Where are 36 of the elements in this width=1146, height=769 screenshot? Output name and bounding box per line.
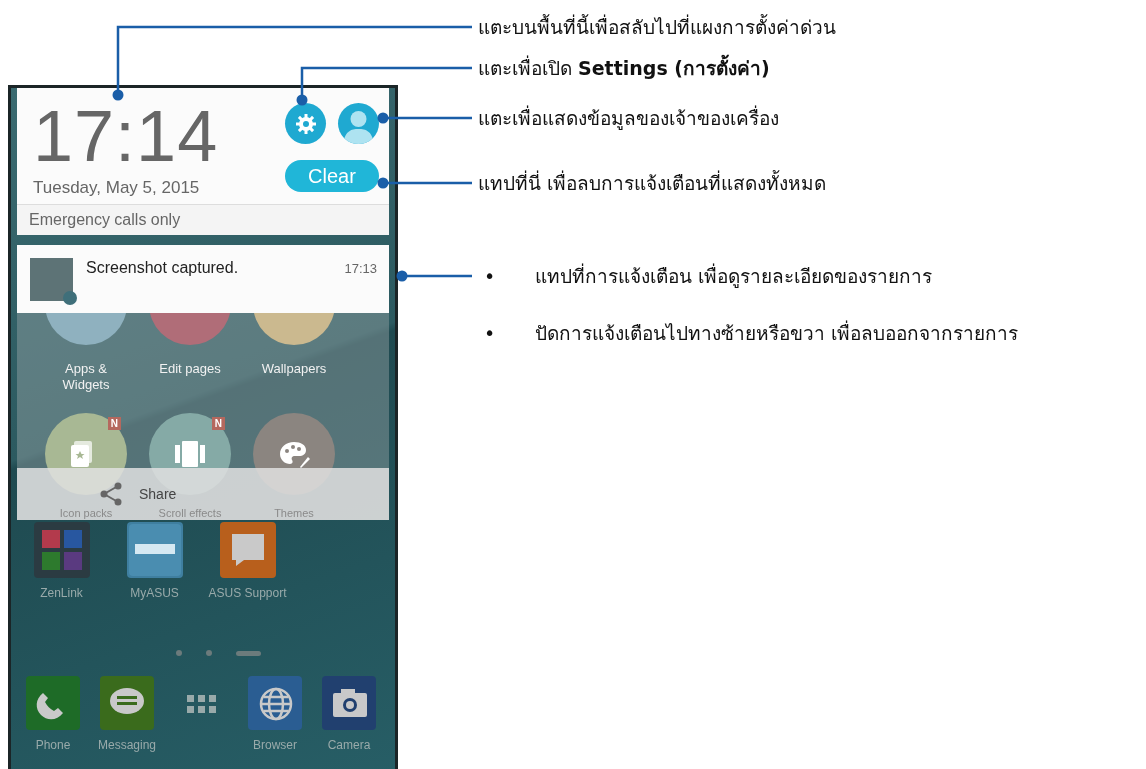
page-indicator-dot[interactable] [175,650,182,656]
new-badge: N [211,417,225,430]
notification-time: 17:13 [344,261,377,276]
share-icon [99,482,123,506]
menu-option-label: Themes [273,507,315,519]
notification-card[interactable]: Screenshot captured. 17:13 [17,245,389,313]
palette-icon [278,439,310,469]
menu-option-label: Scroll effects [157,507,223,519]
page-indicator-dot[interactable] [205,650,212,656]
app-shortcut[interactable]: ZenLink [15,522,108,600]
menu-option-label: Edit pages [158,360,222,378]
callout-text: แตะเพื่อแสดงข้อมูลของเจ้าของเครื่อง [478,106,779,130]
app-shortcut[interactable]: ASUS Support [201,522,294,600]
callout-text: แตะเพื่อเปิด Settings (การตั้งค่า) [478,56,770,80]
status-text: Emergency calls only [17,205,389,235]
clear-button[interactable]: Clear [285,160,379,192]
callout-text: แตะบนพื้นที่นี้เพื่อสลับไปที่แผงการตั้งค่าด่วน [478,15,836,39]
callout-text: แทปที่การแจ้งเตือน เพื่อดูรายละเอียดของรายการ [535,264,933,288]
date-text: Tuesday, May 5, 2015 [33,178,201,198]
callout-text: แทปที่นี่ เพื่อลบการแจ้งเตือนที่แสดงทั้งหมด [478,171,827,195]
app-shortcut[interactable]: MyASUS [108,522,201,600]
owner-profile-button[interactable] [338,103,379,144]
app-logo-icon [128,524,181,576]
quick-settings-card[interactable]: 17:14 Tuesday, May 5, 2015 Clear [17,88,389,205]
menu-option-label: Icon packs [58,507,114,519]
panels-icon [174,439,206,469]
settings-icon [294,112,317,135]
bullet-mark: • [484,321,496,345]
menu-option-label: Apps & Widgets [61,360,111,394]
notification-title: Screenshot captured. [86,259,240,277]
clock-time: 17:14 [33,98,219,174]
callout-text: ปัดการแจ้งเตือนไปทางซ้ายหรือขวา เพื่อลบออกจากรายการ [535,321,1019,345]
settings-button[interactable] [285,103,326,144]
new-badge: N [107,417,121,430]
bullet-mark: • [484,264,496,288]
menu-option-label: Wallpapers [260,360,328,378]
